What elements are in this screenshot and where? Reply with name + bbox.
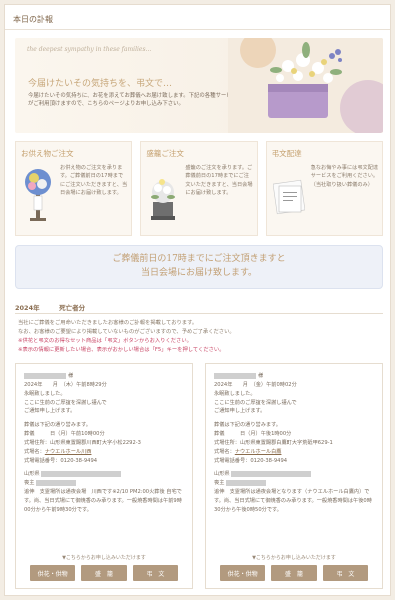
page-header: 本日の訃報 [5, 5, 390, 30]
hero-description: 今届けたいその気持ちに、お花を添えてお葬儀へお届け致します。下記の各種サービスが… [28, 93, 238, 108]
chief-mourner: 喪主 [24, 479, 184, 488]
card-text: 急なお悔やみ事には弔文配達サービスをご利用ください。（当社取り扱い葬儀のみ） [310, 165, 379, 188]
apply-text: ▼こちらからお申し込みいただけます [252, 555, 336, 561]
basket-button[interactable]: 盛 籠 [81, 565, 127, 581]
note-line: なお、お客様のご要望により掲載していないものがございますので、予めご了承ください… [18, 329, 235, 335]
redacted-address [41, 470, 122, 477]
offering-button[interactable]: 供花・供物 [220, 565, 266, 581]
obituary-card: 様 2024年 月 （金）午前0時02分 永眠致しました。 ここに生前のご厚誼を… [205, 363, 383, 589]
redacted-name [214, 372, 256, 379]
remark: 追伸 支霊場所は通夜会場 川西です※2/10 PM2:00火葬後 自宅です。尚、… [24, 489, 182, 513]
passed-text: 永眠致しました。 [214, 390, 256, 397]
page-title: 本日の訃報 [13, 15, 53, 24]
hero-banner: the deepest sympathy in these families..… [15, 38, 383, 133]
date-of-death: 2024年 月 （金）午前0時02分 [214, 381, 297, 388]
note-warning: ※表示の情報に更新したい場合、表示がおかしい場合は「F5」キーを押してください。 [18, 347, 225, 353]
offering-button[interactable]: 供花・供物 [30, 565, 76, 581]
condolence-letter-image [272, 179, 305, 215]
deadline-line1: ご葬儀前日の17時までにご注文頂きますと [112, 254, 286, 264]
ceremony-time: 葬儀 日（月）午前10時00分 [24, 431, 105, 438]
remark: 追伸 支霊場所は通夜会場となります（ナウエルホール白鷹内）です。尚、当日式場にて… [214, 489, 372, 513]
service-cards: お供え物ご注文 お供え物のご注文を承ります。ご葬儀前日の17時までにご注文いただ… [15, 141, 383, 236]
venue-name-row: 式場名：ナウエルホール白鷹 [214, 448, 282, 455]
note-line: 当社にご葬儀をご用命いただきましたお客様のご訃報を掲載しております。 [18, 320, 198, 326]
redacted-address [231, 470, 312, 477]
announce-line: ご通知申し上げます。 [24, 408, 76, 415]
flower-arrangement-image [228, 38, 383, 133]
passed-text: 永眠致しました。 [24, 390, 66, 397]
announce-line: ここに生前のご厚誼を深謝し謹んで [214, 399, 297, 406]
card-basket[interactable]: 盛籠ご注文 盛籠のご注文を承ります。ご葬儀前日の17時までにご注文いただきますと… [140, 141, 258, 236]
venue-link[interactable]: ナウエルホール川西 [45, 449, 92, 455]
basket-button[interactable]: 盛 籠 [271, 565, 317, 581]
deadline-notice: ご葬儀前日の17時までにご注文頂きますと 当日会場にお届け致します。 [15, 245, 383, 289]
venue-address: 式場住所：山形県東置賜郡川西町大字小松2292-3 [24, 439, 141, 446]
venue-tel: 式場電話番号：0120-38-9494 [24, 457, 98, 464]
hero-headline: 今届けたいその気持ちを、弔文で… [28, 79, 173, 89]
section-title: 2024年 死亡者分 [15, 300, 383, 314]
offering-stand-image [25, 169, 51, 221]
venue-address: 式場住所：山形県東置賜郡白鷹町大字荒砥甲629-1 [214, 439, 333, 446]
funeral-intro: 葬儀は下記の通り営みます。 [24, 422, 91, 429]
notes-block: 当社にご葬儀をご用命いただきましたお客様のご訃報を掲載しております。 なお、お客… [18, 319, 380, 355]
redacted-chief-name [226, 479, 267, 486]
venue-tel: 式場電話番号：0120-38-9494 [214, 457, 288, 464]
hero-script-text: the deepest sympathy in these families..… [27, 46, 152, 53]
deadline-line2: 当日会場にお届け致します。 [140, 268, 258, 279]
card-title: 盛籠ご注文 [146, 149, 184, 158]
order-buttons: 供花・供物 盛 籠 弔 文 [220, 565, 368, 581]
apply-text: ▼こちらからお申し込みいただけます [62, 555, 146, 561]
deceased-name: 様 [214, 372, 374, 381]
announce-line: ご通知申し上げます。 [214, 408, 266, 415]
card-offering[interactable]: お供え物ご注文 お供え物のご注文を承ります。ご葬儀前日の17時までにご注文いただ… [15, 141, 133, 236]
chief-mourner: 喪主 [214, 479, 374, 488]
card-telegram[interactable]: 弔文配達 急なお悔やみ事には弔文配達サービスをご利用ください。（当社取り扱い葬儀… [265, 141, 383, 236]
redacted-chief-name [36, 479, 77, 486]
funeral-intro: 葬儀は下記の通り営みます。 [214, 422, 281, 429]
venue-link[interactable]: ナウエルホール白鷹 [235, 449, 282, 455]
deceased-name: 様 [24, 372, 184, 381]
chief-mourner-pref: 山形県 [24, 470, 184, 479]
order-buttons: 供花・供物 盛 籠 弔 文 [30, 565, 178, 581]
obituary-card: 様 2024年 月 （木）午前8時29分 永眠致しました。 ここに生前のご厚誼を… [15, 363, 193, 589]
basket-arrangement-image [151, 179, 176, 220]
date-of-death: 2024年 月 （木）午前8時29分 [24, 381, 107, 388]
telegram-button[interactable]: 弔 文 [132, 565, 178, 581]
card-title: お供え物ご注文 [21, 149, 74, 158]
redacted-name [24, 372, 66, 379]
card-title: 弔文配達 [271, 149, 302, 158]
card-text: 盛籠のご注文を承ります。ご葬儀前日の17時までにご注文いただきますと、当日会場に… [185, 165, 253, 196]
announce-line: ここに生前のご厚誼を深謝し謹んで [24, 399, 107, 406]
note-warning: ※供花と弔文のお得なセット商品は「弔文」ボタンからお入りください。 [18, 338, 192, 344]
ceremony-time: 葬儀 日（月）午後1時00分 [214, 431, 292, 438]
telegram-button[interactable]: 弔 文 [322, 565, 368, 581]
page-container: 本日の訃報 the deepest sympathy in these fami… [4, 4, 391, 596]
chief-mourner-pref: 山形県 [214, 470, 374, 479]
card-text: お供え物のご注文を承ります。ご葬儀前日の17時までにご注文いただきますと、当日会… [60, 165, 128, 196]
venue-name-row: 式場名：ナウエルホール川西 [24, 448, 92, 455]
